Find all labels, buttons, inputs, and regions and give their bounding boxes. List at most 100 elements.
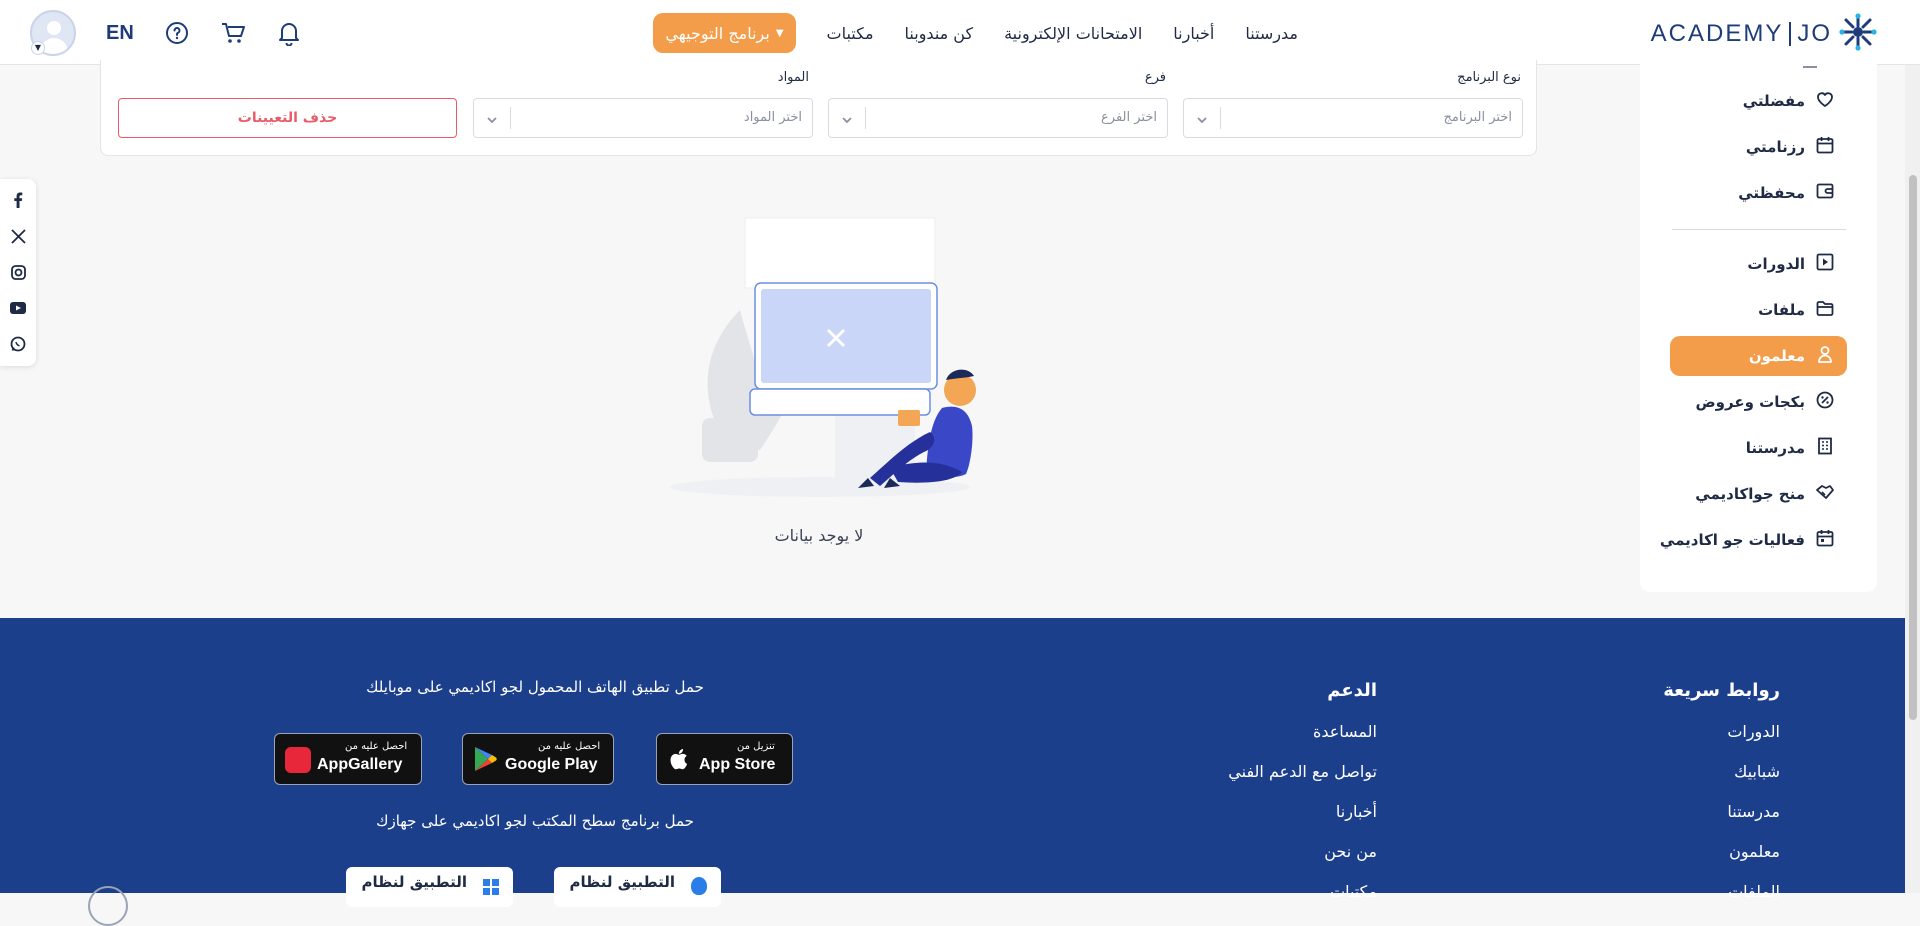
- footer-link-help[interactable]: المساعدة: [1313, 722, 1377, 741]
- sidebar: مفضلتي رزنامتي محفظتي الدورات ملفات معلم…: [1640, 60, 1877, 592]
- sidebar-item-label: مدرستنا: [1745, 439, 1805, 457]
- store-big-label: AppGallery: [317, 756, 403, 773]
- scrollbar-thumb[interactable]: [1909, 175, 1917, 720]
- empty-state-illustration: [660, 210, 1000, 500]
- mobile-app-text: حمل تطبيق الهاتف المحمول لجو اكاديمي على…: [366, 678, 704, 696]
- x-icon[interactable]: [9, 227, 27, 245]
- subjects-placeholder: اختر المواد: [743, 110, 802, 125]
- footer-link-news[interactable]: أخبارنا: [1336, 802, 1377, 821]
- clear-filters-button[interactable]: حذف التعيينات: [118, 98, 457, 138]
- program-type-label: نوع البرنامج: [1457, 70, 1521, 85]
- footer-link-libraries[interactable]: مكتبات: [1330, 882, 1377, 901]
- footer: روابط سريعة الدورات شبابيك مدرستنا معلمو…: [0, 618, 1905, 926]
- sidebar-item-label: فعاليات جو اكاديمي: [1659, 531, 1805, 549]
- windows-icon: [483, 879, 499, 899]
- sidebar-item-wallet[interactable]: محفظتي: [1726, 173, 1847, 213]
- whatsapp-icon[interactable]: [9, 335, 27, 353]
- top-header: EN ▼ مدرستنا أخبارنا الامتحانات الإلكترو…: [0, 0, 1920, 65]
- page-scrollbar[interactable]: [1905, 65, 1920, 893]
- avatar-chevron-icon[interactable]: ▼: [31, 41, 45, 55]
- branch-placeholder: اختر الفرع: [1101, 110, 1157, 125]
- empty-state-text: لا يوجد بيانات: [774, 526, 864, 545]
- sidebar-item-label: معلمون: [1748, 347, 1805, 365]
- tawjihi-program-label: برنامج التوجيهي: [665, 23, 770, 43]
- logo-star-icon: [1838, 12, 1878, 56]
- nav-link-libraries[interactable]: مكتبات: [827, 24, 874, 43]
- heart-icon: [1815, 89, 1835, 113]
- apple-icon: [669, 747, 689, 775]
- social-bar: [0, 179, 36, 366]
- program-type-placeholder: اختر البرنامج: [1443, 110, 1512, 125]
- sidebar-item-packages[interactable]: بكجات وعروض: [1684, 382, 1848, 422]
- program-type-select[interactable]: اختر البرنامج: [1183, 98, 1523, 138]
- nav-link-representative[interactable]: كن مندوبنا: [905, 24, 974, 43]
- footer-link-courses[interactable]: الدورات: [1727, 722, 1780, 741]
- tawjihi-program-button[interactable]: برنامج التوجيهي ▼: [653, 13, 796, 53]
- sidebar-item-scholarships[interactable]: منح جواكاديمي: [1683, 474, 1847, 514]
- support-title: الدعم: [1327, 680, 1377, 701]
- language-toggle[interactable]: EN: [106, 22, 134, 45]
- app-gallery-button[interactable]: احصل عليه من AppGallery: [274, 733, 422, 785]
- sidebar-item-favorites[interactable]: مفضلتي: [1731, 81, 1847, 121]
- subjects-select[interactable]: اختر المواد: [473, 98, 813, 138]
- chevron-down-icon: ▼: [775, 27, 784, 39]
- bell-icon[interactable]: [276, 20, 302, 46]
- chevron-down-icon: [1196, 111, 1208, 130]
- chat-bubble[interactable]: [88, 886, 128, 926]
- logo-text-jo: JO: [1797, 20, 1832, 47]
- help-icon[interactable]: [164, 20, 190, 46]
- sidebar-item-teachers[interactable]: معلمون: [1670, 336, 1847, 376]
- nav-link-exams[interactable]: الامتحانات الإلكترونية: [1004, 24, 1142, 43]
- desktop-app-text: حمل برنامج سطح المكتب لجو اكاديمي على جه…: [376, 812, 694, 830]
- app-store-button[interactable]: تنزيل من App Store: [656, 733, 793, 785]
- store-small-label: تنزيل من: [737, 741, 775, 752]
- branch-select[interactable]: اختر الفرع: [828, 98, 1168, 138]
- discount-icon: [1815, 390, 1835, 414]
- nav-link-news[interactable]: أخبارنا: [1173, 24, 1214, 43]
- event-icon: [1815, 528, 1835, 552]
- sidebar-item-events[interactable]: فعاليات جو اكاديمي: [1648, 520, 1847, 560]
- sidebar-item-files[interactable]: ملفات: [1746, 290, 1847, 330]
- desktop-mac-label: التطبيق لنظام: [569, 873, 676, 891]
- cart-icon[interactable]: [220, 20, 246, 46]
- main-nav: مدرستنا أخبارنا الامتحانات الإلكترونية ك…: [653, 13, 1298, 53]
- handshake-icon: [1815, 482, 1835, 506]
- google-play-button[interactable]: احصل عليه من Google Play: [462, 733, 614, 785]
- footer-link-tech-support[interactable]: تواصل مع الدعم الفني: [1228, 762, 1377, 781]
- store-big-label: Google Play: [505, 756, 598, 773]
- desktop-windows-label: التطبيق لنظام: [361, 873, 468, 891]
- desktop-windows-button[interactable]: التطبيق لنظام: [346, 867, 513, 907]
- footer-link-windows[interactable]: شبابيك: [1734, 762, 1780, 781]
- instagram-icon[interactable]: [9, 263, 27, 281]
- facebook-icon[interactable]: [9, 191, 27, 209]
- sidebar-item-our-school[interactable]: مدرستنا: [1734, 428, 1847, 468]
- sidebar-item-label: الدورات: [1747, 255, 1805, 273]
- teacher-icon: [1815, 344, 1835, 368]
- footer-link-school[interactable]: مدرستنا: [1727, 802, 1780, 821]
- google-play-icon: [473, 746, 497, 776]
- footer-link-teachers[interactable]: معلمون: [1729, 842, 1780, 861]
- filter-card: نوع البرنامج اختر البرنامج فرع اختر الفر…: [100, 60, 1537, 156]
- chevron-down-icon: [841, 111, 853, 130]
- sidebar-divider: [1672, 229, 1846, 230]
- logo[interactable]: ACADEMY JO: [1651, 12, 1878, 56]
- store-small-label: احصل عليه من: [345, 741, 408, 752]
- sidebar-item-label: بكجات وعروض: [1695, 393, 1806, 411]
- sidebar-item-label: محفظتي: [1738, 184, 1805, 202]
- sidebar-partial-item: [1803, 60, 1817, 68]
- building-icon: [1815, 436, 1835, 460]
- nav-link-school[interactable]: مدرستنا: [1245, 24, 1298, 43]
- wallet-icon: [1815, 181, 1835, 205]
- sidebar-item-calendar[interactable]: رزنامتي: [1734, 127, 1847, 167]
- subjects-label: المواد: [777, 70, 809, 85]
- sidebar-item-courses[interactable]: الدورات: [1735, 244, 1847, 284]
- desktop-mac-button[interactable]: التطبيق لنظام: [554, 867, 721, 907]
- footer-link-files[interactable]: الملفات: [1728, 882, 1780, 901]
- youtube-icon[interactable]: [9, 299, 27, 317]
- header-actions: EN: [30, 10, 302, 56]
- huawei-icon: [285, 747, 311, 773]
- sidebar-item-label: منح جواكاديمي: [1695, 485, 1805, 503]
- calendar-icon: [1815, 135, 1835, 159]
- footer-link-about[interactable]: من نحن: [1324, 842, 1377, 861]
- quick-links-title: روابط سريعة: [1663, 680, 1780, 701]
